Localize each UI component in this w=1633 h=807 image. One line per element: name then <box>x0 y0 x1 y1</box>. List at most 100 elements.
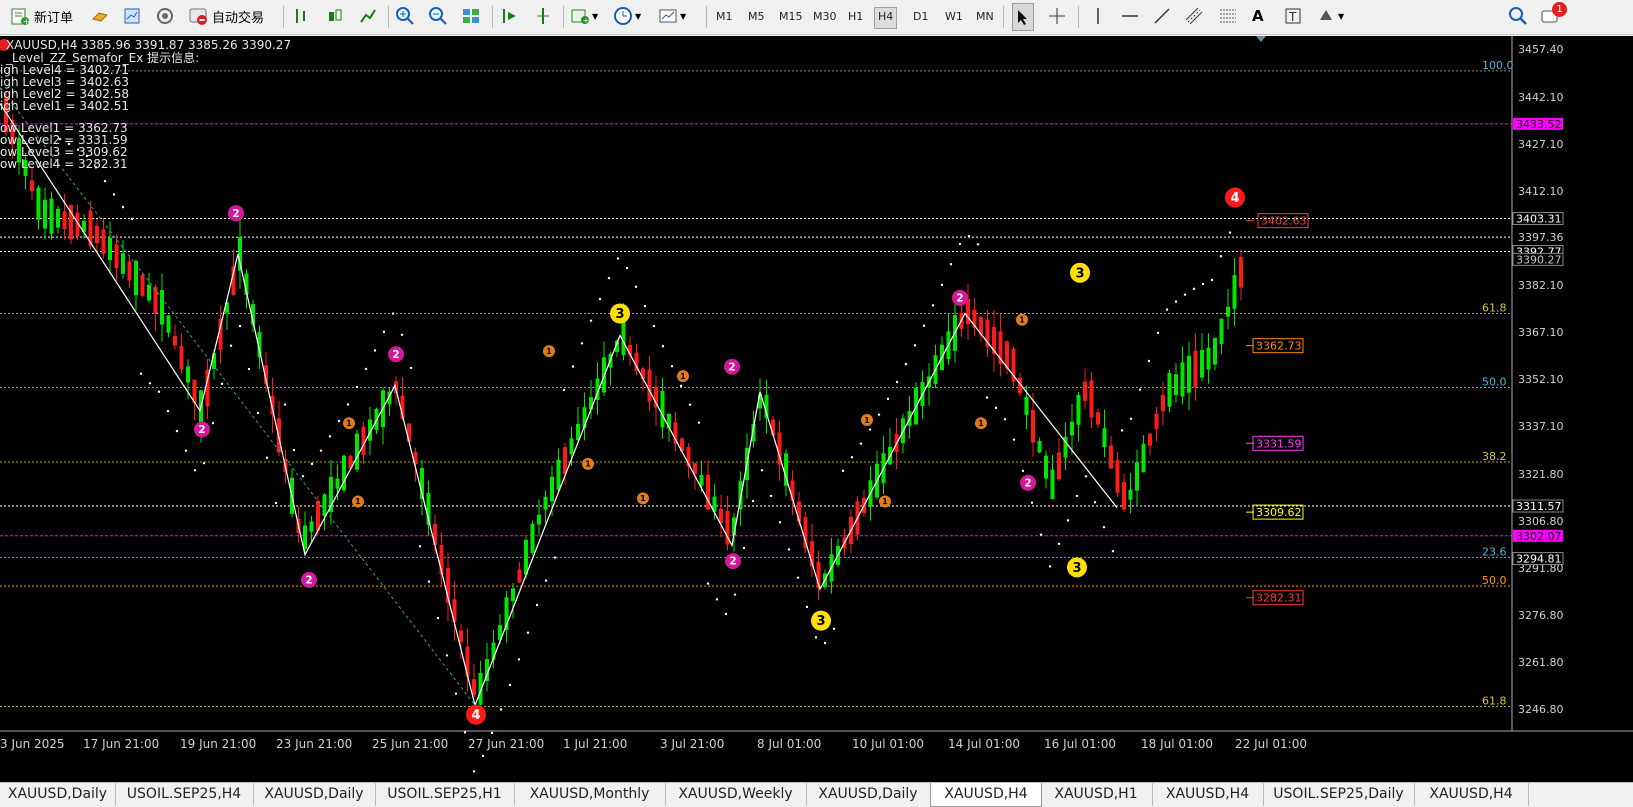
sar-dot <box>733 593 737 596</box>
sar-dot <box>634 285 638 288</box>
search-button[interactable] <box>1508 3 1528 29</box>
sar-dot <box>454 692 458 695</box>
bar-chart-icon <box>296 9 305 23</box>
sar-dot <box>508 683 512 687</box>
arrows-button[interactable]: ▼ <box>1316 3 1344 29</box>
sar-dot <box>328 435 332 438</box>
timeframe-m30[interactable]: M30 <box>810 7 840 27</box>
notifications-button[interactable]: 1 <box>1540 2 1567 29</box>
horizontal-line-icon <box>1122 15 1138 17</box>
chart-tab[interactable]: XAUUSD,Monthly <box>514 783 666 806</box>
templates-button[interactable]: ▼ <box>658 3 686 29</box>
fibonacci-icon <box>1220 9 1236 23</box>
data-window-button[interactable] <box>122 3 142 29</box>
chart-tab[interactable]: XAUUSD,Daily <box>0 783 116 806</box>
indicators-button[interactable]: + ▼ <box>570 3 598 29</box>
sar-dot <box>931 304 935 307</box>
chart-canvas[interactable]: 3457.40 3442.10 3427.10 3412.10 3397.36 3382.… <box>0 36 1633 782</box>
zoom-out-button[interactable] <box>428 3 448 29</box>
vertical-line-button[interactable] <box>1088 3 1108 29</box>
sar-dot <box>679 384 683 388</box>
price-chart[interactable]: 3457.40 3442.10 3427.10 3412.10 3397.36 3382.… <box>0 36 1633 782</box>
cursor-icon <box>1018 10 1027 25</box>
zigzag-line <box>0 103 1118 708</box>
sar-dot <box>1138 388 1142 391</box>
timeframe-d1[interactable]: D1 <box>910 7 931 27</box>
svg-text:+: + <box>23 17 30 26</box>
cursor-tool-button[interactable] <box>1012 3 1034 31</box>
notification-badge: 1 <box>1552 2 1567 17</box>
chart-tab[interactable]: XAUUSD,H4 <box>930 783 1042 807</box>
new-order-button[interactable]: + 新订单 <box>10 3 73 29</box>
sar-dot <box>193 469 197 472</box>
sar-dot <box>751 499 755 503</box>
timeframe-m15[interactable]: M15 <box>776 7 806 27</box>
time-axis-label: 19 Jun 21:00 <box>180 737 256 751</box>
time-axis-label: 10 Jul 01:00 <box>852 737 924 751</box>
semafor-marker-label: 2 <box>956 292 963 304</box>
timeframe-w1[interactable]: W1 <box>942 7 966 27</box>
chart-tab[interactable]: USOIL.SEP25,H1 <box>375 783 515 806</box>
chart-tab[interactable]: XAUUSD,H4 <box>1414 783 1529 806</box>
candle-body <box>1031 409 1035 443</box>
candle-body <box>1148 433 1152 446</box>
trendline-button[interactable] <box>1152 3 1172 29</box>
timeframe-mn[interactable]: MN <box>973 7 997 27</box>
level-box-label: 3282.31 <box>1256 592 1302 605</box>
candle-body <box>543 496 548 510</box>
chart-tab[interactable]: USOIL.SEP25,H4 <box>115 783 254 806</box>
chart-shift-button[interactable] <box>500 3 520 29</box>
chart-tab[interactable]: XAUUSD,Daily <box>253 783 376 806</box>
chart-book-icon <box>124 8 140 24</box>
level-box-label: 3331.59 <box>1256 437 1302 450</box>
chart-tab[interactable]: XAUUSD,H4 <box>1152 783 1264 806</box>
channel-button[interactable] <box>1184 3 1204 29</box>
chart-tab[interactable]: XAUUSD,H1 <box>1040 783 1153 806</box>
sar-dot <box>787 548 791 551</box>
sar-dot <box>499 708 503 711</box>
tile-windows-button[interactable] <box>461 3 481 29</box>
sar-dot <box>742 546 746 550</box>
chart-tab[interactable]: XAUUSD,Weekly <box>665 783 807 806</box>
horizontal-line-button[interactable] <box>1120 3 1140 29</box>
line-chart-icon <box>360 9 376 23</box>
semafor-marker-label: 4 <box>1230 191 1239 206</box>
fibonacci-button[interactable] <box>1218 3 1238 29</box>
market-watch-button[interactable] <box>90 3 110 29</box>
time-axis-label: 23 Jun 21:00 <box>276 737 352 751</box>
chart-tab[interactable]: XAUUSD,Daily <box>806 783 931 806</box>
candle-body <box>140 274 145 296</box>
zoom-out-icon <box>429 7 447 25</box>
sar-dot <box>211 421 215 425</box>
candle-body <box>1096 412 1100 425</box>
timeframe-m1[interactable]: M1 <box>713 7 736 27</box>
periods-button[interactable]: ▼ <box>613 3 641 29</box>
auto-trading-button[interactable]: 自动交易 <box>188 3 264 29</box>
timeframe-h1[interactable]: H1 <box>845 7 866 27</box>
candle-body <box>1154 413 1159 430</box>
candle-body <box>309 521 314 532</box>
zoom-in-button[interactable] <box>395 3 415 29</box>
sar-dot <box>436 616 440 620</box>
candle-body <box>699 475 704 486</box>
candle-body <box>647 369 652 402</box>
bar-chart-button[interactable] <box>292 3 312 29</box>
text-label-button[interactable]: T <box>1283 3 1303 29</box>
candlestick-button[interactable] <box>325 3 345 29</box>
chart-tab[interactable]: USOIL.SEP25,Daily <box>1263 783 1415 806</box>
text-tool-button[interactable]: A <box>1252 3 1264 29</box>
zoom-in-icon <box>396 7 414 25</box>
line-chart-button[interactable] <box>358 3 378 29</box>
semafor-marker-label: 2 <box>1024 477 1031 489</box>
time-axis-label: 14 Jul 01:00 <box>948 737 1020 751</box>
auto-scroll-button[interactable] <box>533 3 553 29</box>
timeframe-m5[interactable]: M5 <box>745 7 768 27</box>
semafor-marker-label: 1 <box>355 497 360 506</box>
signals-button[interactable] <box>155 3 175 29</box>
timeframe-h4[interactable]: H4 <box>874 7 898 29</box>
crosshair-button[interactable] <box>1047 3 1067 29</box>
price-axis-label: 3382.10 <box>1518 279 1564 292</box>
clock-icon <box>614 7 632 25</box>
text-icon: A <box>1252 7 1264 25</box>
gold-bars-icon <box>92 12 108 22</box>
